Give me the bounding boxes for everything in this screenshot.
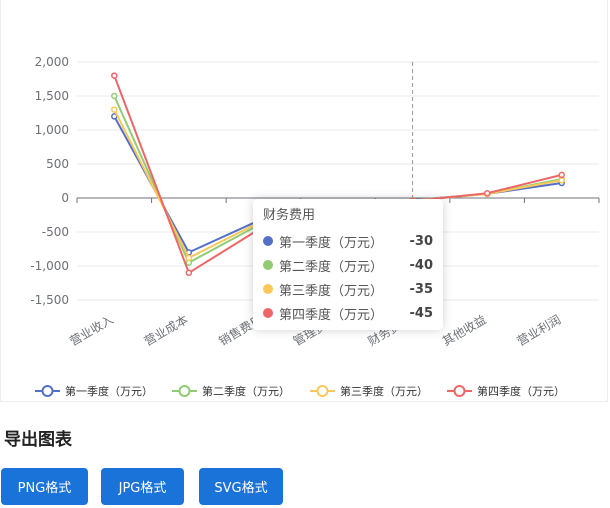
legend-marker[interactable] [41,385,54,397]
tooltip-series-name: 第一季度（万元） [279,235,384,251]
y-tick-label: 0 [61,191,69,205]
x-tick-label: 营业成本 [142,312,191,348]
data-point [111,106,118,113]
y-tick-label: -500 [42,225,69,239]
tooltip-series-name: 第四季度（万元） [279,307,384,323]
y-tick-label: 1,000 [35,123,69,137]
legend-marker[interactable] [453,385,466,397]
tooltip-series-name: 第二季度（万元） [279,259,384,275]
tooltip-series-dot [263,236,273,246]
x-tick-label: 营业利润 [515,312,564,348]
legend-marker[interactable] [178,385,191,397]
tooltip-series-value: -40 [409,257,434,273]
legend-label[interactable]: 第二季度（万元） [202,384,290,398]
tooltip-title: 财务费用 [263,208,316,223]
tooltip-series-dot [263,284,273,294]
legend-label[interactable]: 第四季度（万元） [477,384,565,398]
legend-label[interactable]: 第一季度（万元） [65,384,153,398]
y-tick-label: 2,000 [35,55,69,69]
export-svg-button[interactable]: SVG格式 [199,468,283,505]
data-point [483,189,491,197]
export-jpg-button[interactable]: JPG格式 [101,468,184,505]
tooltip-series-dot [263,308,273,318]
legend-marker[interactable] [316,385,329,397]
data-point [111,92,118,100]
tooltip-series-name: 第三季度（万元） [279,283,384,299]
y-tick-label: 1,500 [35,89,69,103]
tooltip-series-dot [263,260,273,270]
tooltip-series-value: -35 [409,281,434,297]
tooltip-series-value: -30 [409,233,434,249]
x-tick-label: 营业收入 [67,312,116,348]
tooltip-row: 第二季度（万元） -40 [263,253,433,277]
legend-label[interactable]: 第三季度（万元） [340,384,428,398]
y-tick-label: -1,000 [30,259,69,273]
y-tick-label: 500 [46,157,69,171]
chart-panel: 2,000 1,500 1,000 500 0 -500 -1,000 -1,500 营业收入营… [0,0,608,402]
data-point [558,177,565,184]
tooltip-row: 第一季度（万元） -30 [263,229,433,253]
export-section-title: 导出图表 [4,430,72,450]
tooltip-row: 第四季度（万元） -45 [263,301,433,325]
data-point [185,254,193,262]
data-point [558,171,565,179]
y-tick-label: -1,500 [30,293,69,307]
chart-tooltip: 财务费用 第一季度（万元） -30 第二季度（万元） -40 第三季度（万元） … [253,199,443,330]
tooltip-series-value: -45 [409,305,434,321]
data-point [185,269,193,277]
export-png-button[interactable]: PNG格式 [1,468,88,505]
data-point [111,72,118,79]
x-tick-label: 其他收益 [440,312,489,348]
tooltip-row: 第三季度（万元） -35 [263,277,433,301]
